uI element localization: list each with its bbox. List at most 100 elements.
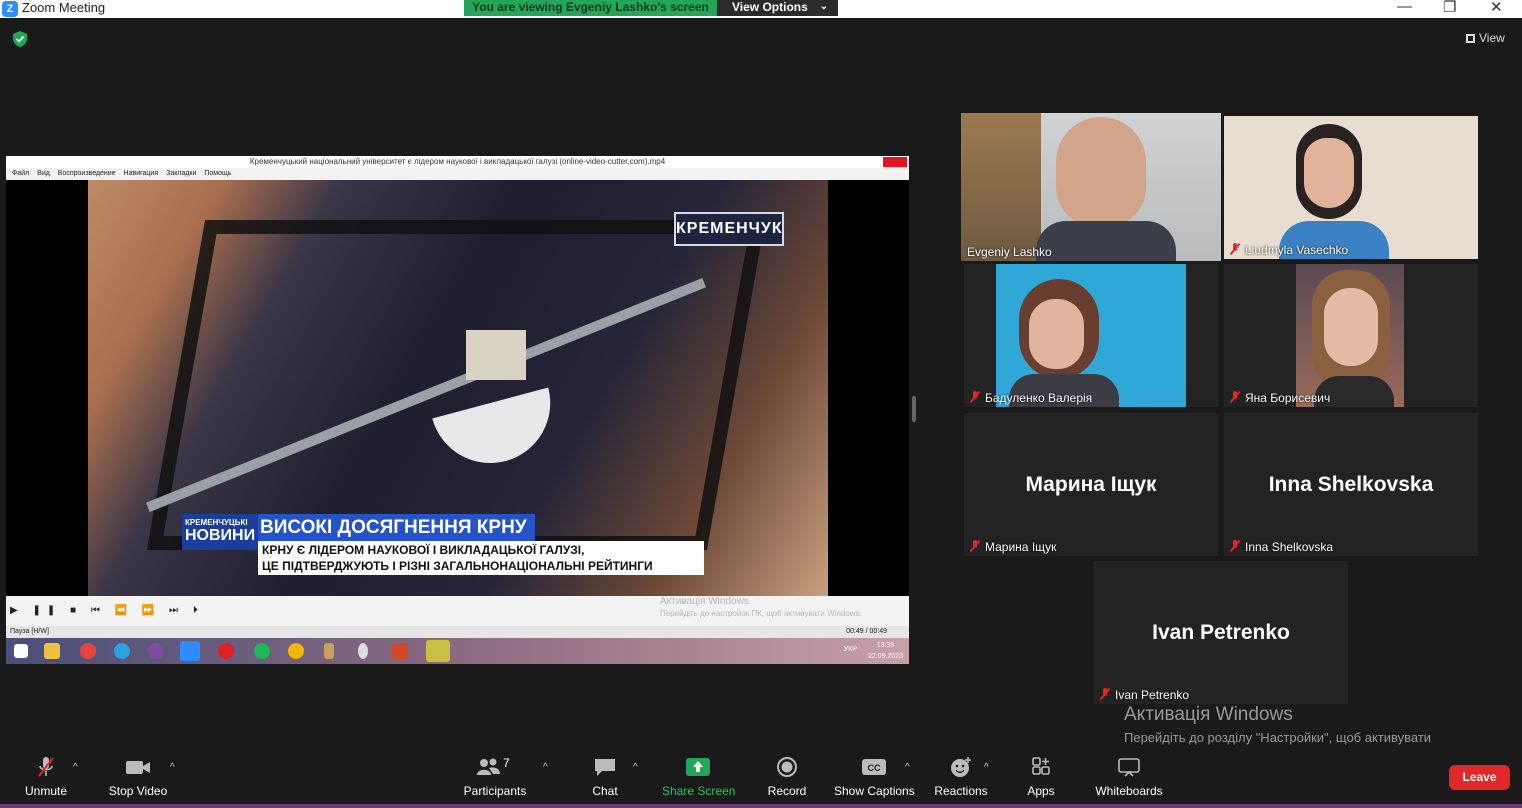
video-frame: КРЕМЕНЧУК КРЕМЕНЧУЦЬКІ НОВИНИ ВИСОКІ ДОС… (6, 180, 909, 596)
participants-caret-icon[interactable]: ^ (543, 762, 548, 773)
reactions-label: Reactions (934, 784, 988, 798)
stop-video-button[interactable]: Stop Video (106, 756, 170, 798)
player-close-icon (883, 157, 907, 167)
news-subtitle-line: КРНУ Є ЛІДЕРОМ НАУКОВОЇ І ВИКЛАДАЦЬКОЇ Г… (262, 543, 585, 557)
taskbar-time: 13:39 (876, 642, 895, 649)
participant-face (1324, 288, 1378, 366)
player-menu-item: Вид (37, 170, 50, 177)
whiteboards-button[interactable]: Whiteboards (1094, 756, 1164, 798)
player-time: 00:49 / 00:49 (846, 628, 887, 635)
participant-name: Марина Іщук (970, 540, 1056, 554)
video-options-caret-icon[interactable]: ^ (170, 762, 175, 773)
chat-label: Chat (592, 784, 618, 798)
chevron-down-icon: ⌄ (819, 1, 828, 12)
apps-icon (1032, 757, 1050, 775)
mouse-icon (358, 643, 368, 659)
leave-button[interactable]: Leave (1449, 765, 1510, 790)
share-screen-button[interactable]: Share Screen (662, 756, 735, 798)
shared-activation-watermark: Активація Windows Перейдіть до настройок… (660, 596, 862, 620)
participant-tile[interactable]: Марина Іщук Марина Іщук (964, 413, 1218, 556)
news-subtitle-line: ЦЕ ПІДТВЕРДЖУЮТЬ І РІЗНІ ЗАГАЛЬНОНАЦІОНА… (262, 559, 653, 573)
taskbar-clock: 13:39 22.09.2023 (868, 640, 903, 662)
captions-caret-icon[interactable]: ^ (905, 762, 910, 773)
unmute-button[interactable]: Unmute (20, 756, 72, 798)
microphone-muted-icon (38, 757, 54, 777)
unmute-label: Unmute (24, 784, 68, 798)
participant-name-text: Ivan Petrenko (1115, 688, 1190, 702)
participant-tile[interactable]: Бадуленко Валерія (964, 264, 1218, 407)
participant-tile[interactable]: Ivan Petrenko Ivan Petrenko (1094, 561, 1348, 704)
reactions-button[interactable]: Reactions (934, 756, 988, 798)
participant-display-name: Ivan Petrenko (1152, 621, 1290, 644)
player-menu-item: Воспроизведение (57, 170, 116, 177)
captions-cc-icon: CC (862, 759, 886, 775)
player-buttons: ▶ ❚❚ ■ ⏮ ⏪ ⏩ ⏭ ⏵ (10, 605, 204, 616)
reactions-caret-icon[interactable]: ^ (984, 762, 989, 773)
mic-off-icon (1230, 243, 1240, 255)
player-menu-item: Закладки (166, 170, 197, 177)
participant-name-text: Марина Іщук (985, 540, 1057, 554)
taskbar-language: УКР (843, 646, 857, 653)
show-captions-button[interactable]: CC Show Captions (834, 756, 915, 798)
player-menu-item: Помощь (204, 170, 232, 177)
close-icon[interactable]: ✕ (1490, 0, 1503, 16)
whiteboard-icon (1118, 758, 1140, 777)
mic-off-icon (1230, 391, 1240, 403)
books-icon (324, 643, 334, 659)
participant-name-text: Liudmyla Vasechko (1245, 243, 1349, 257)
activation-title: Активація Windows (1124, 704, 1293, 725)
participants-label: Participants (463, 784, 527, 798)
shared-taskbar: УКР 13:39 22.09.2023 (6, 638, 909, 664)
audio-options-caret-icon[interactable]: ^ (73, 762, 78, 773)
grid-icon (1466, 34, 1475, 43)
taskbar-date: 22.09.2023 (867, 653, 903, 660)
viber-icon (148, 643, 164, 659)
show-captions-label: Show Captions (834, 784, 915, 798)
minimize-icon[interactable]: — (1397, 0, 1412, 15)
view-layout-button[interactable]: View (1466, 31, 1505, 45)
participant-name-text: Inna Shelkovska (1245, 540, 1334, 554)
mic-off-icon (970, 391, 980, 403)
splitter-handle[interactable] (912, 396, 916, 422)
file-explorer-icon (44, 643, 60, 659)
zoom-taskbar-icon (180, 641, 200, 661)
svg-text:CC: CC (868, 763, 881, 773)
participant-tile[interactable]: Яна Борисевич (1224, 264, 1478, 407)
chat-caret-icon[interactable]: ^ (633, 762, 638, 773)
news-subtitle: КРНУ Є ЛІДЕРОМ НАУКОВОЇ І ВИКЛАДАЦЬКОЇ Г… (258, 541, 704, 575)
bottom-edge (0, 804, 1522, 808)
player-status-bar: Пауза [H/W] 00:49 / 00:49 (6, 626, 909, 638)
share-screen-icon (686, 758, 710, 776)
windows-start-icon (14, 644, 28, 658)
record-button[interactable]: Record (765, 756, 809, 798)
mic-off-icon (970, 540, 980, 552)
participant-name: Яна Борисевич (1230, 391, 1330, 405)
whiteboards-label: Whiteboards (1095, 784, 1163, 798)
restore-icon[interactable]: ❐ (1443, 0, 1456, 16)
chat-bubble-icon (595, 759, 615, 776)
participants-button[interactable]: 7 Participants (462, 756, 528, 798)
participant-name: Бадуленко Валерія (970, 391, 1092, 405)
apps-button[interactable]: Apps (1024, 756, 1058, 798)
zoom-logo-icon: Z (2, 1, 18, 17)
shared-activation-text: Перейдіть до настройок ПК, щоб активуват… (660, 609, 862, 618)
youtube-icon (218, 643, 234, 659)
meeting-toolbar: Unmute ^ Stop Video ^ 7 Participants ^ C… (0, 748, 1522, 808)
participant-tile[interactable]: Liudmyla Vasechko (1224, 116, 1478, 259)
record-label: Record (767, 784, 807, 798)
chat-button[interactable]: Chat (585, 756, 625, 798)
view-options-button[interactable]: View Options ⌄ (717, 0, 838, 16)
news-tag-big: НОВИНИ (185, 527, 256, 544)
participant-tile[interactable]: Evgeniy Lashko (961, 113, 1221, 261)
participant-tile[interactable]: Inna Shelkovska Inna Shelkovska (1224, 413, 1478, 556)
channel-logo: КРЕМЕНЧУК (674, 212, 784, 246)
spotify-icon (254, 643, 270, 659)
media-player-icon (426, 640, 450, 662)
participant-name-text: Бадуленко Валерія (985, 391, 1093, 405)
participant-display-name: Марина Іщук (1025, 473, 1157, 496)
bookshelf-background (961, 113, 1041, 261)
news-headline: ВИСОКІ ДОСЯГНЕННЯ КРНУ (258, 514, 535, 541)
player-menu-item: Файл (12, 170, 30, 177)
participant-name: Inna Shelkovska (1230, 540, 1333, 554)
view-label: View (1479, 31, 1505, 45)
